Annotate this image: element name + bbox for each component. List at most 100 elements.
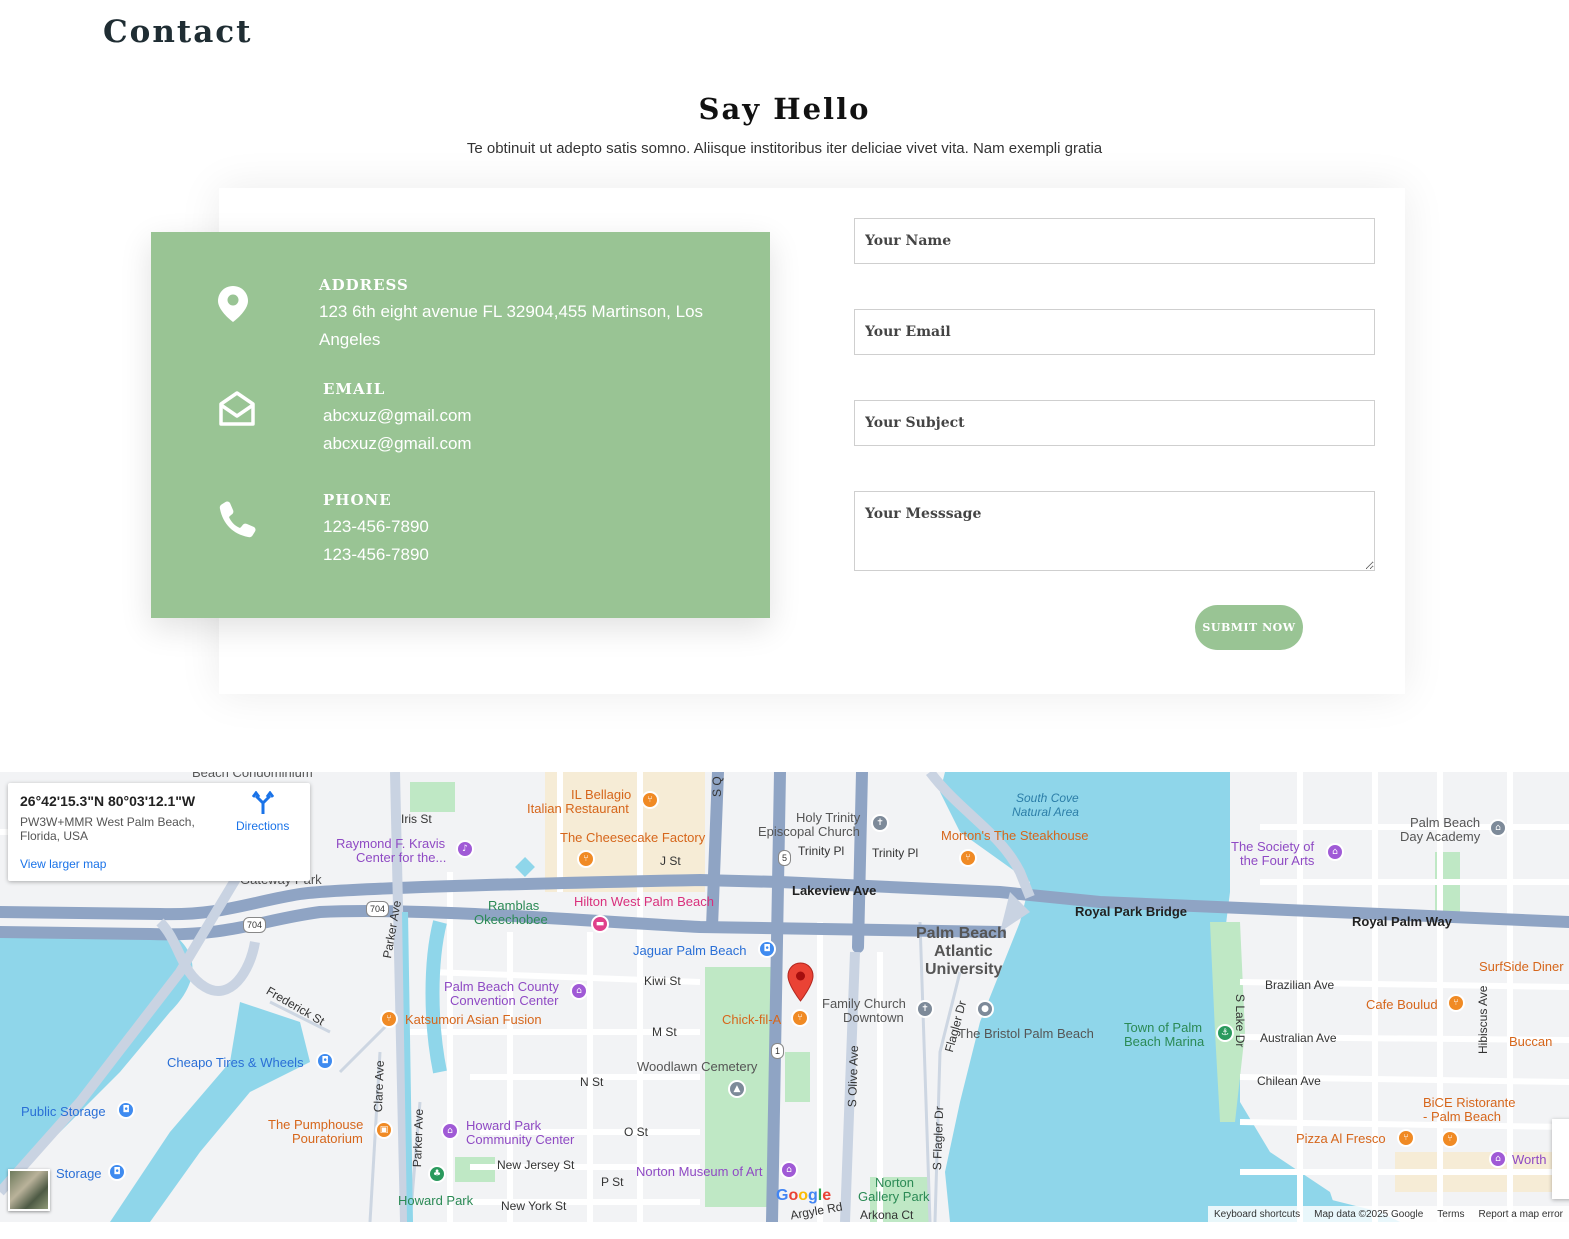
subject-field[interactable] (854, 400, 1375, 446)
phone-line-2[interactable]: 123-456-7890 (323, 541, 429, 569)
restaurant-icon[interactable]: ⑂ (1397, 1129, 1415, 1147)
map-label: New York St (501, 1199, 567, 1213)
map-label: Ramblas (488, 898, 540, 913)
route-shield: 5 (778, 850, 792, 866)
museum-icon[interactable]: ⌂ (780, 1161, 798, 1179)
map-label: Beach Condominium (192, 772, 313, 780)
email-line-2[interactable]: abcxuz@gmail.com (323, 430, 472, 458)
school-icon[interactable]: ⌂ (1489, 819, 1507, 837)
map-label: New Jersey St (497, 1158, 575, 1172)
map-label: South Cove (1016, 791, 1079, 805)
map-label: Iris St (401, 812, 432, 826)
address-label: ADDRESS (319, 276, 409, 294)
shopping-icon[interactable]: ◘ (316, 1052, 334, 1070)
convention-icon[interactable]: ⌂ (570, 982, 588, 1000)
map-label: S Flagler Dr (930, 1106, 947, 1171)
map-label: Woodlawn Cemetery (637, 1059, 758, 1074)
place-icon[interactable]: ● (976, 1000, 994, 1018)
map-address: PW3W+MMR West Palm Beach, Florida, USA (20, 815, 195, 843)
storage-icon[interactable]: ◘ (108, 1163, 126, 1181)
park-icon[interactable]: ♣ (428, 1165, 446, 1183)
hotel-icon[interactable]: ▬ (591, 915, 609, 933)
terms-link[interactable]: Terms (1437, 1209, 1464, 1220)
map-label: Katsumori Asian Fusion (405, 1012, 542, 1027)
map-label: Kiwi St (644, 974, 681, 988)
map-label: Brazilian Ave (1265, 978, 1335, 992)
restaurant-icon[interactable]: ⑂ (641, 791, 659, 809)
map-label: BiCE Ristorante (1423, 1095, 1516, 1110)
envelope-open-icon (217, 388, 257, 428)
church-icon[interactable]: ✝ (871, 814, 889, 832)
shopping-icon[interactable]: ◘ (758, 940, 776, 958)
map-label: J St (660, 854, 681, 868)
map-label: S Olive Ave (845, 1045, 862, 1108)
map-label: Raymond F. Kravis (336, 836, 446, 851)
map-label: Chilean Ave (1257, 1074, 1321, 1088)
section-heading: Say Hello (698, 92, 871, 126)
museum-icon[interactable]: ⌂ (1326, 843, 1344, 861)
theater-icon[interactable]: ♪ (456, 840, 474, 858)
message-field[interactable] (854, 491, 1375, 571)
bar-icon[interactable]: ▣ (375, 1121, 393, 1139)
map-label: M St (652, 1025, 677, 1039)
map-label: Clare Ave (371, 1060, 387, 1113)
map-label: Beach Marina (1124, 1034, 1205, 1049)
view-larger-map-link[interactable]: View larger map (20, 857, 106, 871)
name-field[interactable] (854, 218, 1375, 264)
email-field[interactable] (854, 309, 1375, 355)
location-marker-icon[interactable] (787, 962, 814, 1002)
map-coordinates: 26°42'15.3"N 80°03'12.1"W (20, 793, 196, 809)
map-label: Worth (1512, 1152, 1547, 1167)
address-line-2: Angeles (319, 330, 381, 349)
address-line-1: 123 6th eight avenue FL 32904,455 Martin… (319, 302, 704, 321)
map-label: University (925, 961, 1003, 978)
map-label: P St (601, 1175, 624, 1189)
section-subtitle: Te obtinuit ut adepto satis somno. Aliis… (466, 140, 1103, 157)
map-label: SurfSide Diner (1479, 959, 1564, 974)
map-label: Trinity Pl (872, 846, 919, 860)
church-icon[interactable]: ✝ (916, 1000, 934, 1018)
map-label: Norton (875, 1175, 915, 1190)
cemetery-icon[interactable]: ▲ (728, 1080, 746, 1098)
submit-button[interactable]: SUBMIT NOW (1195, 605, 1303, 650)
map-label: Community Center (466, 1132, 575, 1147)
marina-icon[interactable]: ⚓ (1216, 1024, 1234, 1042)
community-icon[interactable]: ⌂ (441, 1122, 459, 1140)
landmark-icon[interactable]: ⌂ (1489, 1150, 1507, 1168)
map-label: The Society of (1231, 839, 1315, 854)
map-label: Cafe Boulud (1366, 997, 1438, 1012)
satellite-toggle[interactable] (8, 1169, 50, 1211)
map-label: S Q (710, 776, 724, 797)
storage-icon[interactable]: ◘ (117, 1101, 135, 1119)
restaurant-icon[interactable]: ⑂ (380, 1010, 398, 1028)
restaurant-icon[interactable]: ⑂ (959, 849, 977, 867)
map-label: Center for the... (356, 850, 447, 865)
keyboard-shortcuts-link[interactable]: Keyboard shortcuts (1214, 1209, 1300, 1220)
phone-icon (217, 500, 257, 540)
phone-line-1[interactable]: 123-456-7890 (323, 513, 429, 541)
map-label: Atlantic (934, 943, 993, 960)
map-label: IL Bellagio (571, 787, 632, 802)
report-error-link[interactable]: Report a map error (1479, 1209, 1563, 1220)
email-line-1[interactable]: abcxuz@gmail.com (323, 402, 472, 430)
restaurant-icon[interactable]: ⑂ (1447, 994, 1465, 1012)
zoom-control[interactable] (1552, 1119, 1569, 1199)
map-label: Palm Beach (1410, 815, 1481, 830)
map-pin-icon (213, 284, 253, 324)
restaurant-icon[interactable]: ⑂ (791, 1009, 809, 1027)
map-label: The Bristol Palm Beach (958, 1026, 1094, 1041)
map-label: Pizza Al Fresco (1296, 1131, 1386, 1146)
map-label: Natural Area (1012, 805, 1079, 819)
email-label: EMAIL (323, 380, 386, 398)
map-label: Palm Beach County (444, 979, 559, 994)
map-label: Morton's The Steakhouse (941, 828, 1089, 843)
map-label: Howard Park (466, 1118, 542, 1133)
map-label: Jaguar Palm Beach (633, 943, 747, 958)
map-label: Cheapo Tires & Wheels (167, 1055, 304, 1070)
google-map[interactable]: Beach Condominium Iris St Raymond F. Kra… (0, 772, 1569, 1222)
restaurant-icon[interactable]: ⑂ (1441, 1130, 1459, 1148)
directions-icon[interactable] (251, 790, 275, 815)
map-label: Okeechobee (474, 912, 548, 927)
restaurant-icon[interactable]: ⑂ (577, 850, 595, 868)
directions-link[interactable]: Directions (236, 819, 289, 833)
